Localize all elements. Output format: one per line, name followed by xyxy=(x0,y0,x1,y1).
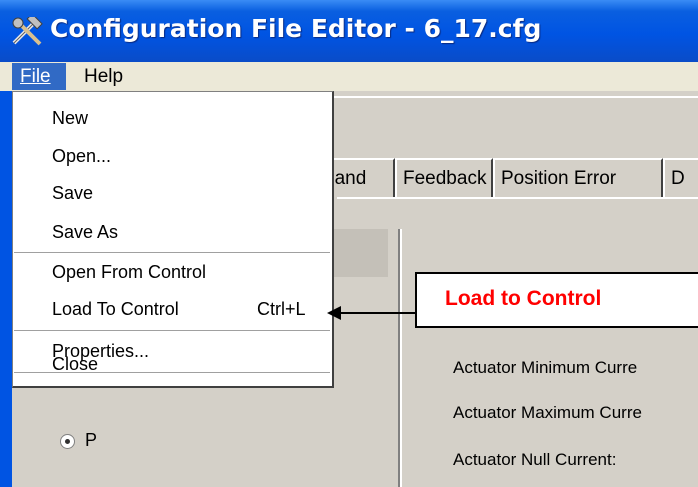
tab-d-label: D xyxy=(671,168,685,189)
menu-item-new[interactable]: New xyxy=(52,108,88,129)
field-actuator-null-current: Actuator Null Current: xyxy=(453,450,617,469)
callout-box: Load to Control xyxy=(415,272,698,328)
tab-position-error[interactable]: Position Error xyxy=(493,158,663,198)
menu-item-open-from-control[interactable]: Open From Control xyxy=(52,262,206,283)
menu-item-open[interactable]: Open... xyxy=(52,146,111,167)
field-actuator-max-current: Actuator Maximum Curre xyxy=(453,403,642,422)
window-frame-left xyxy=(0,91,12,487)
tab-position-error-label: Position Error xyxy=(501,168,617,189)
arrow-left-icon xyxy=(333,312,415,314)
tab-underline xyxy=(337,197,698,199)
menu-file[interactable]: File xyxy=(12,63,66,90)
radio-p-label: P xyxy=(85,430,98,450)
radio-p[interactable] xyxy=(60,434,75,449)
menu-separator xyxy=(14,330,330,331)
tab-feedback[interactable]: Feedback xyxy=(395,158,493,198)
title-bar: Configuration File Editor - 6_17.cfg xyxy=(0,0,698,62)
menu-file-label: File xyxy=(20,66,51,87)
panel-separator xyxy=(400,229,402,487)
arrow-head-icon xyxy=(327,306,341,320)
menu-help-label: Help xyxy=(84,66,124,87)
menu-help[interactable]: Help xyxy=(84,63,123,90)
tab-feedback-label: Feedback xyxy=(403,168,487,189)
menu-item-close[interactable]: Close xyxy=(52,354,98,375)
menu-item-save-as[interactable]: Save As xyxy=(52,222,118,243)
tools-icon xyxy=(12,17,43,46)
tab-d[interactable]: D xyxy=(663,158,698,198)
menu-item-load-to-control-shortcut: Ctrl+L xyxy=(257,299,306,319)
field-actuator-min-current: Actuator Minimum Curre xyxy=(453,358,638,377)
menu-item-load-to-control[interactable]: Load To Control xyxy=(52,299,179,320)
menu-separator xyxy=(14,252,330,253)
callout-text: Load to Control xyxy=(445,287,602,310)
menu-item-save[interactable]: Save xyxy=(52,183,93,204)
window-title: Configuration File Editor - 6_17.cfg xyxy=(50,14,542,43)
